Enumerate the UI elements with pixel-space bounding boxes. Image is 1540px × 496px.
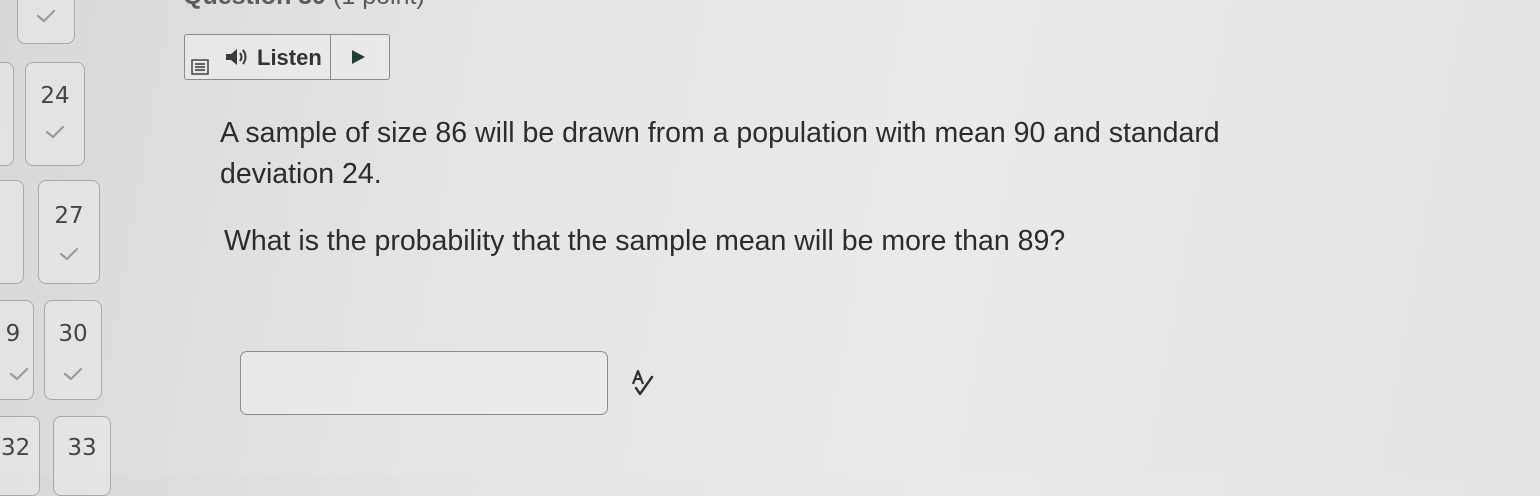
question-nav-tile-9[interactable]: 9: [0, 300, 34, 400]
play-button[interactable]: [331, 35, 389, 79]
question-label: Question 39: [183, 0, 326, 10]
question-nav-tile-33[interactable]: 33: [53, 416, 111, 496]
question-number: 30: [58, 321, 88, 347]
question-number: 32: [1, 435, 31, 461]
question-text: A sample of size 86 will be drawn from a…: [220, 117, 1220, 190]
question-nav-tile-left-a[interactable]: [0, 62, 14, 166]
question-number: 27: [54, 203, 84, 229]
check-icon: [35, 9, 57, 23]
question-number: 33: [67, 435, 97, 461]
question-prompt: What is the probability that the sample …: [224, 225, 1066, 257]
check-icon: [58, 247, 80, 261]
question-nav-tile-27[interactable]: 27: [38, 180, 100, 284]
check-icon: [8, 367, 30, 381]
question-nav-tile-top[interactable]: [17, 0, 75, 44]
check-icon: [44, 125, 66, 139]
listen-toolbar: Listen: [184, 34, 390, 80]
menu-icon[interactable]: [191, 59, 209, 75]
question-nav-tile-30[interactable]: 30: [44, 300, 102, 400]
answer-input[interactable]: [240, 351, 608, 415]
listen-button-label[interactable]: Listen: [257, 45, 322, 71]
speaker-icon[interactable]: [223, 45, 251, 69]
spellcheck-icon[interactable]: [628, 368, 658, 398]
question-title: Question 39 (1 point): [183, 0, 425, 11]
question-nav-tile-left-b[interactable]: [0, 180, 24, 284]
play-icon: [349, 48, 367, 66]
question-number: 24: [40, 83, 70, 109]
question-nav-tile-24[interactable]: 24: [25, 62, 85, 166]
question-number: 9: [5, 321, 21, 347]
question-nav-tile-32[interactable]: 32: [0, 416, 40, 496]
check-icon: [62, 367, 84, 381]
question-points: (1 point): [333, 0, 425, 10]
